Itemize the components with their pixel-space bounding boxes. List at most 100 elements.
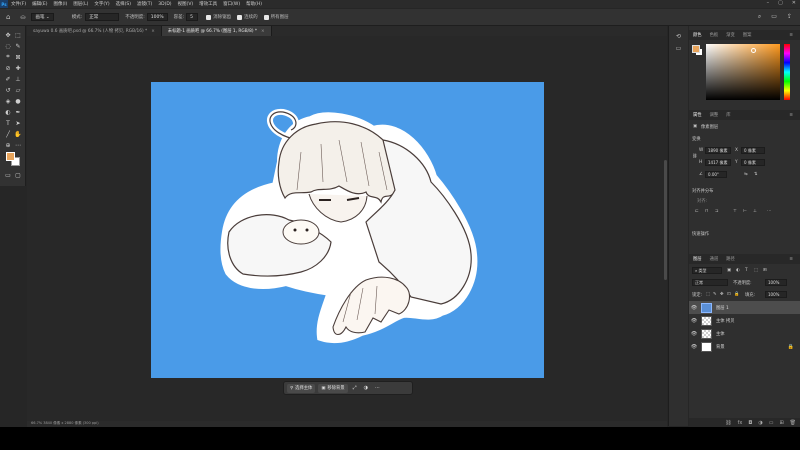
antialias-checkbox[interactable]: 消除锯齿 <box>206 14 231 20</box>
close-icon[interactable]: × <box>261 29 265 34</box>
lock-transparent-icon[interactable]: ⬚ <box>706 292 710 297</box>
vertical-scrollbar[interactable] <box>664 160 667 280</box>
tab-paths[interactable]: 路径 <box>722 256 739 262</box>
layer-row[interactable]: 👁 主体 <box>689 327 800 340</box>
panel-menu-icon[interactable]: ≡ <box>785 257 797 262</box>
more-align-icon[interactable]: ⋯ <box>767 209 771 214</box>
tab-adjustments[interactable]: 调整 <box>706 112 723 118</box>
minimize-icon[interactable]: – <box>767 0 770 6</box>
maximize-icon[interactable]: ▢ <box>778 0 783 6</box>
tab-untitled-1[interactable]: 未标题-1 画质吧 @ 66.7% (图层 1, RGB/8) * × <box>161 26 272 36</box>
new-layer-icon[interactable]: ⊞ <box>779 420 783 426</box>
history-panel-icon[interactable]: ⟲ <box>674 32 683 41</box>
close-icon[interactable]: ✕ <box>792 0 796 6</box>
brush-source-select[interactable]: 画笔 ⌄ <box>31 13 54 21</box>
link-icon[interactable]: ⛓ <box>692 154 697 159</box>
search-icon[interactable]: ⌕ <box>758 13 761 21</box>
opacity-input[interactable]: 100% <box>146 13 168 21</box>
contiguous-checkbox[interactable]: 连续的 <box>237 14 258 20</box>
menu-filter[interactable]: 滤镜(T) <box>134 1 155 7</box>
align-top-icon[interactable]: ⊤ <box>733 209 737 214</box>
blend-mode-select[interactable]: 正常 <box>692 279 728 286</box>
add-mask-icon[interactable]: ◘ <box>748 420 752 426</box>
line-tool-icon[interactable]: ╱ <box>4 130 12 138</box>
lasso-tool-icon[interactable]: ◌ <box>4 42 12 50</box>
align-left-icon[interactable]: ⊏ <box>695 209 699 214</box>
menu-window[interactable]: 窗口(W) <box>220 1 243 7</box>
color-picker-cursor[interactable] <box>751 48 756 53</box>
menu-type[interactable]: 文字(Y) <box>91 1 112 7</box>
tab-properties[interactable]: 属性 <box>689 112 706 118</box>
menu-image[interactable]: 图像(I) <box>50 1 70 7</box>
visibility-eye-icon[interactable]: 👁 <box>689 344 699 350</box>
comments-panel-icon[interactable]: ▭ <box>674 44 683 53</box>
transform-icon[interactable]: ⤢ <box>351 385 359 391</box>
align-right-icon[interactable]: ⊐ <box>715 209 719 214</box>
filter-type-icon[interactable]: T <box>745 268 748 273</box>
menu-help[interactable]: 帮助(H) <box>243 1 265 7</box>
link-layers-icon[interactable]: ⛓ <box>725 420 731 426</box>
panel-menu-icon[interactable]: ≡ <box>785 113 797 118</box>
panel-foreground-swatch[interactable] <box>692 45 700 53</box>
menu-edit[interactable]: 编辑(E) <box>29 1 50 7</box>
foreground-color-swatch[interactable] <box>6 152 15 161</box>
artboard-tool-icon[interactable]: ⬚ <box>14 31 22 39</box>
hand-tool-icon[interactable]: ✋ <box>14 130 22 138</box>
align-middle-icon[interactable]: ⊢ <box>743 209 747 214</box>
menu-3d[interactable]: 3D(D) <box>155 2 174 7</box>
workspace-icon[interactable]: ▭ <box>771 13 777 21</box>
width-input[interactable]: 1890 像素 <box>705 147 731 154</box>
select-subject-button[interactable]: ⚲ 选择主体 <box>287 383 316 393</box>
brush-select-tool-icon[interactable]: ✎ <box>14 42 22 50</box>
flip-vertical-icon[interactable]: ⇅ <box>754 172 758 177</box>
stamp-tool-icon[interactable]: ⊥ <box>14 75 22 83</box>
zoom-tool-icon[interactable]: ⊕ <box>4 141 12 149</box>
healing-tool-icon[interactable]: ✚ <box>14 64 22 72</box>
tolerance-input[interactable]: 5 <box>186 13 199 21</box>
mode-select[interactable]: 正常 <box>85 13 120 21</box>
fx-icon[interactable]: fx <box>738 420 743 426</box>
tab-color[interactable]: 颜色 <box>689 32 706 38</box>
lock-paint-icon[interactable]: ✎ <box>713 292 717 297</box>
hue-slider[interactable] <box>784 44 790 100</box>
layer-filter-select[interactable]: ⌕ 类型 <box>692 267 722 274</box>
quick-mask-icon[interactable]: ▭ <box>4 171 12 179</box>
menu-plugins[interactable]: 增效工具 <box>196 1 220 7</box>
pen-tool-icon[interactable]: ✒ <box>14 108 22 116</box>
blur-tool-icon[interactable]: ● <box>14 97 22 105</box>
align-bottom-icon[interactable]: ⊥ <box>753 209 757 214</box>
dodge-tool-icon[interactable]: ◐ <box>4 108 12 116</box>
lock-artboard-icon[interactable]: ⊡ <box>727 292 731 297</box>
tab-sayuwa[interactable]: sayuwa 0.6 画质吧.psd @ 66.7% (人物 拷贝, RGB/1… <box>27 26 162 36</box>
adjustment-layer-icon[interactable]: ◑ <box>758 420 762 426</box>
angle-input[interactable]: 0.00° <box>705 171 727 178</box>
type-tool-icon[interactable]: T <box>4 119 12 127</box>
screen-mode-icon[interactable]: ▢ <box>14 171 22 179</box>
move-tool-icon[interactable]: ✥ <box>4 31 12 39</box>
close-icon[interactable]: × <box>151 29 155 34</box>
y-input[interactable]: 0 像素 <box>741 159 765 166</box>
history-brush-tool-icon[interactable]: ↺ <box>4 86 12 94</box>
align-center-icon[interactable]: ⊓ <box>705 209 708 214</box>
share-icon[interactable]: ⇪ <box>787 13 792 21</box>
fill-input[interactable]: 100% <box>765 291 787 298</box>
tab-channels[interactable]: 通道 <box>706 256 723 262</box>
more-tools-icon[interactable]: ⋯ <box>14 141 22 149</box>
paint-bucket-icon[interactable]: ⛀ <box>20 14 25 21</box>
layer-row[interactable]: 👁 图层 1 <box>689 301 800 314</box>
eyedropper-tool-icon[interactable]: ⊘ <box>4 64 12 72</box>
eraser-tool-icon[interactable]: ▱ <box>14 86 22 94</box>
document-canvas[interactable] <box>151 82 544 378</box>
layer-row[interactable]: 👁 背景 🔒 <box>689 340 800 353</box>
more-options-icon[interactable]: ⋯ <box>373 385 382 391</box>
layer-row[interactable]: 👁 主体 拷贝 <box>689 314 800 327</box>
filter-adjust-icon[interactable]: ◐ <box>736 268 740 273</box>
visibility-eye-icon[interactable]: 👁 <box>689 305 699 311</box>
home-icon[interactable]: ⌂ <box>6 13 10 21</box>
adjustment-icon[interactable]: ◑ <box>362 385 370 391</box>
brush-tool-icon[interactable]: ✐ <box>4 75 12 83</box>
new-group-icon[interactable]: ▭ <box>769 420 774 426</box>
color-picker-field[interactable] <box>706 44 780 100</box>
menu-view[interactable]: 视图(V) <box>175 1 197 7</box>
menu-file[interactable]: 文件(F) <box>8 1 29 7</box>
